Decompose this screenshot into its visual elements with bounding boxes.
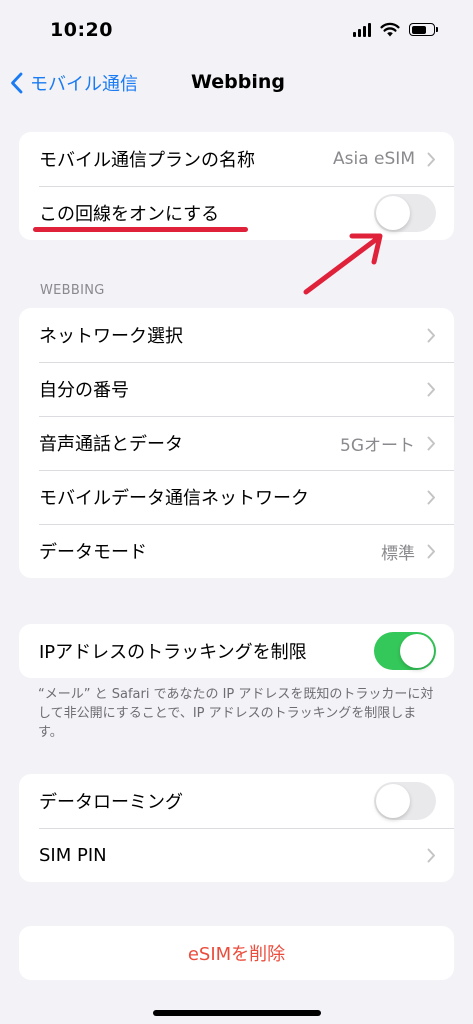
turn-on-line-label: この回線をオンにする [39, 204, 220, 225]
turn-on-line-toggle[interactable] [374, 194, 436, 232]
status-icons [353, 22, 438, 37]
plan-name-value: Asia eSIM [333, 149, 415, 169]
network-select-row[interactable]: ネットワーク選択 [19, 308, 454, 362]
cellular-signal-icon [353, 22, 371, 37]
chevron-right-icon [427, 382, 435, 396]
plan-name-row[interactable]: モバイル通信プランの名称 Asia eSIM [19, 132, 454, 186]
toggle-knob [376, 784, 410, 818]
mobile-data-network-label: モバイルデータ通信ネットワーク [39, 488, 309, 509]
network-select-label: ネットワーク選択 [39, 326, 183, 347]
voice-data-row[interactable]: 音声通話とデータ 5Gオート [19, 416, 454, 470]
toggle-knob [400, 634, 434, 668]
page-title: Webbing [190, 71, 285, 93]
chevron-right-icon [427, 490, 435, 504]
toggle-knob [376, 196, 410, 230]
status-time: 10:20 [50, 19, 113, 41]
annotation-underline [33, 227, 248, 232]
limit-ip-tracking-row: IPアドレスのトラッキングを制限 [19, 624, 454, 678]
plan-name-label: モバイル通信プランの名称 [39, 150, 255, 171]
chevron-right-icon [427, 544, 435, 558]
data-roaming-row: データローミング [19, 774, 454, 828]
limit-ip-tracking-toggle[interactable] [374, 632, 436, 670]
home-indicator [153, 1010, 321, 1016]
battery-icon [409, 23, 438, 36]
navigation-bar: モバイル通信 Webbing [0, 60, 473, 108]
my-number-label: 自分の番号 [39, 380, 129, 401]
plan-group: モバイル通信プランの名称 Asia eSIM この回線をオンにする [19, 132, 454, 240]
chevron-right-icon [427, 436, 435, 450]
chevron-right-icon [427, 328, 435, 342]
delete-esim-label: eSIMを削除 [187, 944, 286, 965]
data-roaming-label: データローミング [39, 792, 183, 813]
wifi-icon [380, 22, 400, 37]
chevron-right-icon [427, 152, 435, 166]
voice-data-label: 音声通話とデータ [39, 434, 183, 455]
status-bar: 10:20 [0, 0, 473, 60]
chevron-right-icon [427, 848, 435, 862]
mobile-data-network-row[interactable]: モバイルデータ通信ネットワーク [19, 470, 454, 524]
my-number-row[interactable]: 自分の番号 [19, 362, 454, 416]
roaming-group: データローミング SIM PIN [19, 774, 454, 882]
voice-data-value: 5Gオート [340, 435, 415, 456]
section-header-webbing: WEBBING [40, 283, 105, 298]
webbing-group: ネットワーク選択 自分の番号 音声通話とデータ 5Gオート モバイルデータ通信ネ… [19, 308, 454, 578]
annotation-arrow-icon [303, 233, 383, 295]
ip-tracking-footnote: “メール” と Safari であなたの IP アドレスを既知のトラッカーに対し… [38, 687, 434, 740]
ip-tracking-group: IPアドレスのトラッキングを制限 [19, 624, 454, 678]
delete-esim-button[interactable]: eSIMを削除 [19, 926, 454, 980]
data-roaming-toggle[interactable] [374, 782, 436, 820]
sim-pin-row[interactable]: SIM PIN [19, 828, 454, 882]
sim-pin-label: SIM PIN [39, 844, 107, 866]
limit-ip-tracking-label: IPアドレスのトラッキングを制限 [39, 642, 307, 663]
data-mode-label: データモード [39, 542, 147, 563]
data-mode-row[interactable]: データモード 標準 [19, 524, 454, 578]
data-mode-value: 標準 [381, 543, 415, 564]
